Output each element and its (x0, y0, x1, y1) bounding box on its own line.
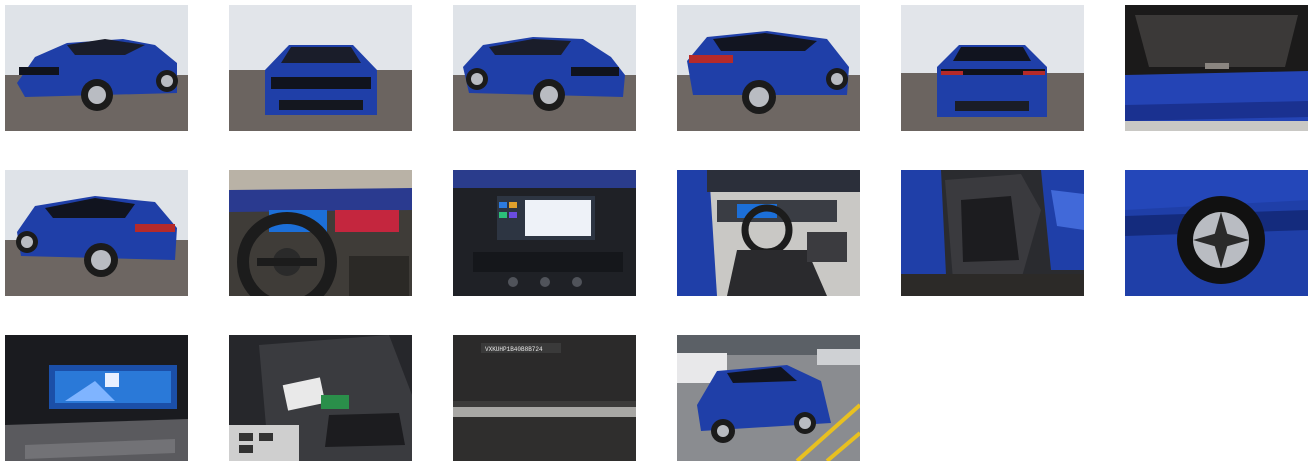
photo-thumb-3-car-front-right[interactable] (453, 5, 636, 131)
photo-thumb-4-car-rear-right[interactable] (677, 5, 860, 131)
photo-thumb-13-instrument-cluster[interactable] (5, 335, 188, 461)
photo-thumb-9-infotainment[interactable] (453, 170, 636, 296)
photo-thumb-8-steering-wheel[interactable] (229, 170, 412, 296)
vin-text: VXKUHP1B40B8B724 (485, 346, 543, 353)
photo-thumb-1-car-front-left[interactable] (5, 5, 188, 131)
photo-thumb-2-car-front[interactable] (229, 5, 412, 131)
photo-gallery: VXKUHP1B40B8B724 (0, 0, 1310, 461)
photo-thumb-6-trunk[interactable] (1125, 5, 1308, 131)
photo-thumb-11-rear-seat[interactable] (901, 170, 1084, 296)
photo-thumb-5-car-rear[interactable] (901, 5, 1084, 131)
photo-thumb-12-wheel[interactable] (1125, 170, 1308, 296)
photo-thumb-7-car-rear-left[interactable] (5, 170, 188, 296)
photo-thumb-16-car-parking[interactable] (677, 335, 860, 461)
photo-thumb-15-vin-plate[interactable]: VXKUHP1B40B8B724 (453, 335, 636, 461)
photo-thumb-10-interior-driver[interactable] (677, 170, 860, 296)
photo-thumb-14-center-console[interactable] (229, 335, 412, 461)
